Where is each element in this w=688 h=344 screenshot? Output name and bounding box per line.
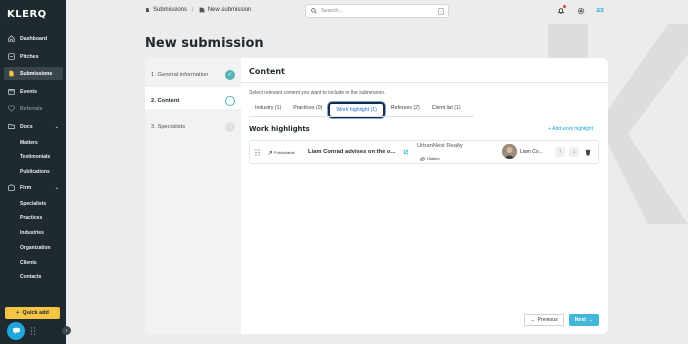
- arrow-up-icon: ↑: [558, 149, 562, 155]
- building-icon: [8, 184, 15, 191]
- search-placeholder: Search...: [321, 8, 344, 14]
- breadcrumb-separator: /: [192, 7, 194, 13]
- sidebar-item-referrals[interactable]: Referrals: [4, 102, 63, 115]
- drag-handle-icon: [30, 327, 36, 335]
- step-general-information[interactable]: 1. General information ✓: [151, 68, 239, 81]
- sidebar-item-label: Pitches: [20, 53, 39, 60]
- step-pending-indicator: [225, 121, 235, 132]
- quick-add-button[interactable]: + Quick add: [5, 307, 60, 319]
- publish-icon: [268, 150, 272, 155]
- content-instructions: Select relevant content you want to incl…: [249, 90, 386, 96]
- sidebar-subitem-matters[interactable]: Matters: [20, 140, 38, 146]
- search-icon: [311, 8, 317, 14]
- sidebar-item-events[interactable]: Events: [4, 85, 63, 98]
- person-photo: [502, 144, 517, 159]
- client-name: UrbanNest Realty: [417, 143, 463, 149]
- trash-icon: [585, 149, 591, 155]
- notification-dot: [563, 5, 566, 8]
- sidebar: KLERQ Dashboard Pitches Submissions Even…: [0, 0, 66, 344]
- sidebar-subitem-publications[interactable]: Publications: [20, 169, 50, 175]
- sidebar-subitem-organization[interactable]: Organization: [20, 245, 51, 251]
- visibility-badge: Hidden: [420, 156, 440, 161]
- step-content[interactable]: 2. Content: [151, 94, 239, 107]
- page-title: New submission: [145, 36, 264, 51]
- step-specialists[interactable]: 3. Specialists: [151, 120, 239, 133]
- add-work-highlight-button[interactable]: + Add work highlight: [548, 126, 593, 132]
- check-icon: ✓: [225, 69, 235, 80]
- status-badge: Publishable: [268, 150, 295, 155]
- new-submission-icon: [199, 7, 205, 13]
- breadcrumb-new-submission: New submission: [207, 7, 252, 13]
- tabs-underline: [249, 116, 474, 117]
- sidebar-item-pitches[interactable]: Pitches: [4, 50, 63, 63]
- plus-icon: +: [548, 126, 552, 132]
- pitches-icon: [8, 53, 15, 60]
- chat-button[interactable]: [7, 322, 25, 340]
- divider: [241, 82, 608, 83]
- next-button[interactable]: Next →: [569, 314, 599, 326]
- app-logo: KLERQ: [7, 9, 47, 20]
- delete-button[interactable]: [583, 147, 593, 157]
- sidebar-subitem-practices[interactable]: Practices: [20, 215, 42, 221]
- sidebar-item-label: Events: [20, 88, 38, 95]
- section-title: Work highlights: [249, 125, 310, 133]
- sidebar-item-label: Submissions: [20, 70, 53, 77]
- sidebar-subitem-contacts[interactable]: Contacts: [20, 274, 41, 280]
- arrow-down-icon: ↓: [572, 149, 576, 155]
- drag-handle-icon[interactable]: [255, 149, 260, 156]
- chat-icon: [12, 327, 20, 335]
- work-highlight-row[interactable]: Publishable Liam Conrad advises on the o…: [249, 140, 599, 164]
- sidebar-item-submissions[interactable]: Submissions: [4, 67, 63, 80]
- content-title: Content: [249, 67, 285, 76]
- home-icon: [8, 35, 15, 42]
- calendar-icon: [8, 88, 15, 95]
- sidebar-item-docs[interactable]: Docs ⌄: [4, 120, 63, 133]
- sidebar-subitem-clients[interactable]: Clients: [20, 260, 37, 266]
- external-link-icon[interactable]: [403, 149, 409, 155]
- gear-icon: [577, 7, 584, 14]
- referrals-icon: [8, 105, 15, 112]
- sidebar-subitem-industries[interactable]: Industries: [20, 230, 44, 236]
- sidebar-subitem-specialists[interactable]: Specialists: [20, 201, 46, 207]
- sidebar-item-firm[interactable]: Firm ⌄: [4, 181, 63, 194]
- sidebar-item-label: Dashboard: [20, 35, 48, 42]
- collapse-sidebar-button[interactable]: ‹: [62, 326, 71, 335]
- chevron-down-icon: ⌄: [54, 123, 59, 130]
- folder-icon: [8, 123, 15, 130]
- chevron-down-icon: ⌄: [54, 184, 59, 191]
- steps-panel: 1. General information ✓ 2. Content 3. S…: [145, 58, 241, 334]
- arrow-right-icon: →: [588, 317, 594, 323]
- eye-off-icon: [420, 156, 425, 161]
- person-name: Liam Co...: [520, 149, 543, 155]
- notifications-button[interactable]: [556, 5, 566, 15]
- sidebar-item-label: Referrals: [20, 105, 43, 112]
- arrow-left-icon: ←: [530, 317, 536, 323]
- content-panel: Content Select relevant content you want…: [241, 58, 608, 334]
- sidebar-item-dashboard[interactable]: Dashboard: [4, 32, 63, 45]
- previous-button[interactable]: ← Previous: [524, 314, 564, 326]
- settings-button[interactable]: [576, 6, 585, 15]
- move-down-button[interactable]: ↓: [569, 147, 579, 157]
- search-input[interactable]: Search... /: [305, 4, 449, 18]
- sidebar-subitem-testimonials[interactable]: Testimonials: [20, 154, 50, 160]
- plus-icon: +: [16, 310, 20, 316]
- chevron-left-icon: ‹: [65, 327, 68, 334]
- sidebar-item-label: Firm: [20, 184, 32, 191]
- breadcrumb: Submissions / New submission: [145, 7, 251, 13]
- step-current-indicator: [225, 95, 235, 106]
- move-up-button[interactable]: ↑: [555, 147, 565, 157]
- submissions-icon: [146, 8, 149, 12]
- breadcrumb-submissions[interactable]: Submissions: [153, 7, 187, 13]
- sidebar-item-label: Docs: [20, 123, 33, 130]
- user-avatar-button[interactable]: ES: [597, 8, 604, 14]
- work-highlight-title[interactable]: Liam Conrad advises on the o...: [308, 149, 395, 155]
- avatar: [502, 144, 517, 159]
- search-shortcut-hint: /: [438, 8, 444, 15]
- submissions-icon: [8, 70, 15, 77]
